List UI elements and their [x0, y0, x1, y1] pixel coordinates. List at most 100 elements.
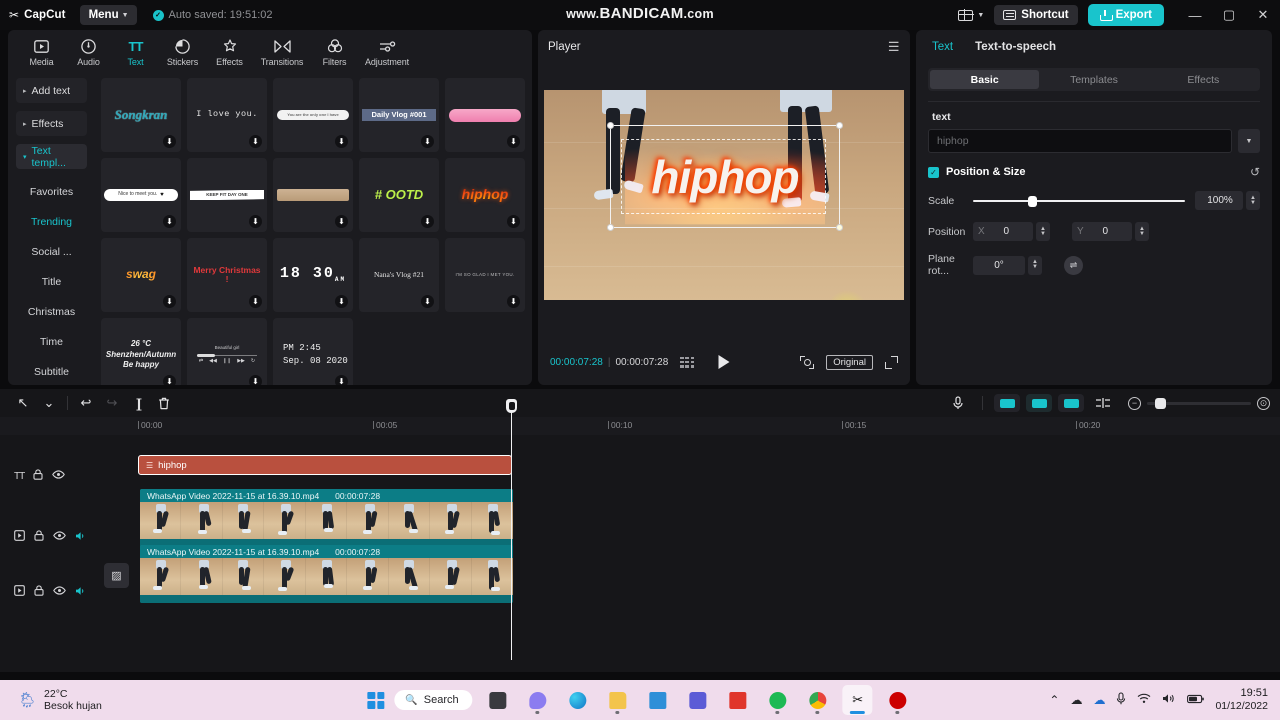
sidebar-subitem-trending[interactable]: Trending	[8, 207, 95, 237]
wifi-icon[interactable]	[1137, 693, 1151, 707]
template-card-nice-to-meet[interactable]: Nice to meet you. ♥ ⬇	[101, 158, 181, 232]
position-y-field[interactable]: Y 0	[1072, 222, 1132, 241]
download-icon[interactable]: ⬇	[163, 215, 176, 228]
download-icon[interactable]: ⬇	[421, 295, 434, 308]
microphone-icon[interactable]	[1116, 692, 1126, 708]
tab-text-properties[interactable]: Text	[932, 41, 953, 53]
download-icon[interactable]: ⬇	[163, 375, 176, 385]
taskbar-app-file-explorer[interactable]	[603, 685, 633, 715]
reset-icon[interactable]: ↺	[1250, 165, 1260, 179]
tab-text[interactable]: TT Text	[112, 36, 159, 67]
text-overlay-selection-box[interactable]: hiphop	[607, 122, 843, 231]
delete-icon[interactable]	[151, 392, 177, 414]
onedrive-icon[interactable]: ☁	[1093, 693, 1105, 707]
taskbar-app-spotify[interactable]	[763, 685, 793, 715]
segment-effects[interactable]: Effects	[1149, 70, 1258, 89]
resize-handle-top-right[interactable]	[836, 122, 843, 129]
resize-handle-bottom-right[interactable]	[836, 224, 843, 231]
layout-switcher-button[interactable]: ▼	[948, 9, 994, 21]
sidebar-subitem-subtitle[interactable]: Subtitle	[8, 357, 95, 385]
template-card-im-so-glad[interactable]: I'M SO GLAD I MET YOU. ⬇	[445, 238, 525, 312]
download-icon[interactable]: ⬇	[507, 215, 520, 228]
eye-icon[interactable]	[53, 531, 66, 543]
template-card-white-brush[interactable]: You are the only one I have ⬇	[273, 78, 353, 152]
battery-icon[interactable]	[1187, 693, 1205, 707]
download-icon[interactable]: ⬇	[249, 375, 262, 385]
sidebar-item-add-text[interactable]: ▸ Add text	[16, 78, 87, 103]
position-x-field[interactable]: X 0	[973, 222, 1033, 241]
mask-button[interactable]: ▨	[104, 563, 129, 588]
sidebar-subitem-time[interactable]: Time	[8, 327, 95, 357]
chevron-up-icon[interactable]: ⌃	[1049, 693, 1059, 707]
fullscreen-icon[interactable]	[885, 355, 898, 369]
segment-basic[interactable]: Basic	[930, 70, 1040, 89]
template-grid-scroll[interactable]: Songkran ⬇ I love you. ⬇ You are the onl…	[95, 72, 532, 385]
download-icon[interactable]: ⬇	[421, 215, 434, 228]
video-canvas[interactable]: hiphop ↻	[544, 90, 904, 300]
tab-filters[interactable]: Filters	[311, 36, 358, 67]
taskbar-app-mail[interactable]	[643, 685, 673, 715]
rotation-stepper[interactable]: ▲ ▼	[1028, 255, 1042, 275]
template-card-merry-christmas[interactable]: Merry Christmas ! ⬇	[187, 238, 267, 312]
play-button[interactable]	[718, 355, 730, 369]
segment-templates[interactable]: Templates	[1039, 70, 1148, 89]
timeline-clip-text[interactable]: ☰ hiphop	[138, 455, 512, 475]
template-card-ootd[interactable]: # OOTD ⬇	[359, 158, 439, 232]
template-card-songkran[interactable]: Songkran ⬇	[101, 78, 181, 152]
tab-audio[interactable]: Audio	[65, 36, 112, 67]
start-button-icon[interactable]	[367, 691, 385, 709]
taskbar-app-office[interactable]	[723, 685, 753, 715]
volume-icon[interactable]	[75, 531, 86, 543]
taskbar-clock[interactable]: 19:51 01/12/2022	[1215, 687, 1268, 713]
quality-button[interactable]: Original	[826, 354, 873, 370]
timeline-playhead[interactable]	[506, 399, 517, 660]
flip-button[interactable]: ⇌	[1064, 255, 1083, 275]
zoom-slider-knob[interactable]	[1155, 397, 1166, 409]
taskbar-app-chat[interactable]	[523, 685, 553, 715]
position-x-stepper[interactable]: ▲ ▼	[1036, 222, 1050, 241]
position-size-checkbox[interactable]: ✓	[928, 166, 939, 178]
taskbar-app-recorder[interactable]	[883, 685, 913, 715]
download-icon[interactable]: ⬇	[335, 375, 348, 385]
lock-icon[interactable]	[33, 469, 43, 483]
scale-slider-knob[interactable]	[1028, 195, 1038, 207]
download-icon[interactable]: ⬇	[163, 295, 176, 308]
template-card-weather-26c[interactable]: 26 °C Shenzhen/Autumn Be happy ⬇	[101, 318, 181, 385]
select-tool-icon[interactable]: ↖	[10, 392, 36, 414]
template-card-music-player[interactable]: Beautiful girl ⇄ ◀◀ ❙❙ ▶▶ ↻ ⬇	[187, 318, 267, 385]
undo-icon[interactable]: ↩	[73, 392, 99, 414]
download-icon[interactable]: ⬇	[335, 215, 348, 228]
zoom-out-icon[interactable]: −	[1128, 396, 1141, 410]
download-icon[interactable]: ⬇	[335, 295, 348, 308]
download-icon[interactable]: ⬇	[249, 215, 262, 228]
frames-icon[interactable]	[680, 356, 695, 368]
eye-icon[interactable]	[52, 470, 66, 482]
taskbar-weather-widget[interactable]: 🌦 22°C Besok hujan	[18, 688, 102, 712]
mirror-icon[interactable]	[994, 394, 1020, 412]
template-card-keep-fit[interactable]: KEEP FIT DAY ONE ⬇	[187, 158, 267, 232]
rotation-field[interactable]: 0°	[973, 255, 1025, 275]
split-icon[interactable]: ][	[125, 392, 151, 414]
maximize-button[interactable]: ▢	[1212, 0, 1246, 30]
crop-clip-icon[interactable]	[1058, 394, 1084, 412]
template-card-pink-brush[interactable]: ⬇	[445, 78, 525, 152]
download-icon[interactable]: ⬇	[421, 135, 434, 148]
volume-icon[interactable]	[1162, 693, 1176, 707]
download-icon[interactable]: ⬇	[249, 295, 262, 308]
timeline-tracks[interactable]: ☰ hiphop WhatsApp Video 2022-11-15 at 16…	[138, 435, 1280, 672]
template-card-hiphop[interactable]: hiphop ⬇	[445, 158, 525, 232]
template-card-clock-1830[interactable]: 18 30AM ⬇	[273, 238, 353, 312]
tab-text-to-speech[interactable]: Text-to-speech	[975, 41, 1056, 53]
template-card-tan-brush[interactable]: ⬇	[273, 158, 353, 232]
template-card-date-pm245[interactable]: PM 2:45 Sep. 08 2020 ⬇	[273, 318, 353, 385]
tab-transitions[interactable]: Transitions	[253, 36, 311, 67]
cloud-sync-icon[interactable]: ☁	[1070, 693, 1082, 707]
download-icon[interactable]: ⬇	[249, 135, 262, 148]
zoom-fit-icon[interactable]: ⊙	[1257, 396, 1270, 410]
template-card-swag[interactable]: swag ⬇	[101, 238, 181, 312]
download-icon[interactable]: ⬇	[507, 135, 520, 148]
player-menu-icon[interactable]: ☰	[888, 39, 900, 55]
sidebar-subitem-social[interactable]: Social ...	[8, 237, 95, 267]
template-card-i-love-you[interactable]: I love you. ⬇	[187, 78, 267, 152]
taskbar-app-file-explorer-dark[interactable]	[483, 685, 513, 715]
